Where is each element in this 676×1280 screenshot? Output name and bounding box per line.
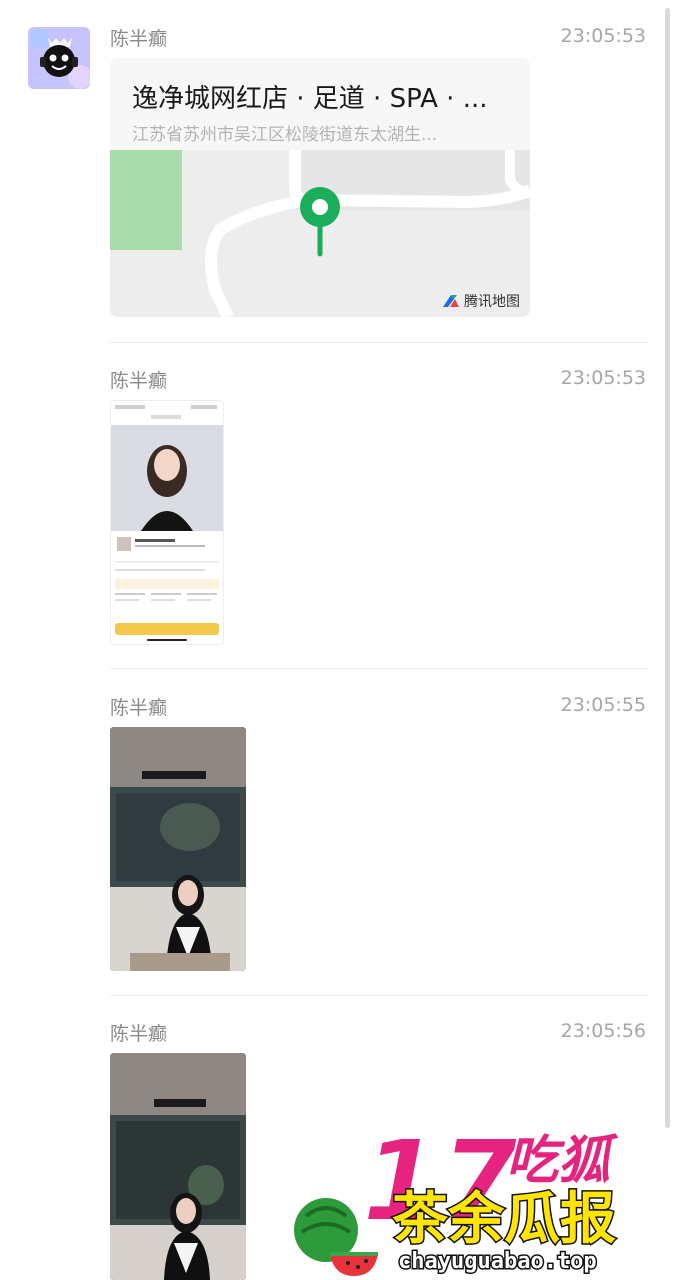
avatar[interactable] xyxy=(28,27,90,89)
watermark-brand-top: 吃狐 xyxy=(506,1131,619,1191)
avatar-character-icon xyxy=(28,27,90,89)
message-time: 23:05:55 xyxy=(560,694,646,716)
chat-history-page: 陈半癫 23:05:53 逸净城网红店 · 足道 · SPA · ... 江苏省… xyxy=(0,0,676,1280)
location-header: 逸净城网红店 · 足道 · SPA · ... 江苏省苏州市吴江区松陵街道东太湖… xyxy=(110,58,530,150)
watermark-brand-bottom: 茶余瓜报 xyxy=(392,1187,616,1252)
scrollbar[interactable] xyxy=(665,8,670,1128)
location-address: 江苏省苏州市吴江区松陵街道东太湖生... xyxy=(132,125,438,145)
sender-name: 陈半癫 xyxy=(110,370,168,392)
location-card[interactable]: 逸净城网红店 · 足道 · SPA · ... 江苏省苏州市吴江区松陵街道东太湖… xyxy=(110,58,530,317)
photo-image xyxy=(110,727,246,971)
location-title: 逸净城网红店 · 足道 · SPA · ... xyxy=(132,84,488,114)
map-brand: 腾讯地图 xyxy=(442,291,520,311)
image-message[interactable] xyxy=(110,727,246,971)
sender-name: 陈半癫 xyxy=(110,697,168,719)
watermark-url: chayuguabao.top xyxy=(398,1249,597,1274)
image-message[interactable] xyxy=(110,1053,246,1280)
image-message[interactable] xyxy=(110,400,224,645)
message-time: 23:05:56 xyxy=(560,1020,646,1042)
message-divider xyxy=(110,995,648,996)
sender-name: 陈半癫 xyxy=(110,28,168,50)
photo-image xyxy=(110,1053,246,1280)
watermark-logo: 17 吃狐 茶余瓜报 chayuguabao.top xyxy=(294,1120,619,1276)
message-time: 23:05:53 xyxy=(560,367,646,389)
message-divider xyxy=(110,668,648,669)
sender-name: 陈半癫 xyxy=(110,1023,168,1045)
phone-screenshot-image xyxy=(111,401,223,644)
message-time: 23:05:53 xyxy=(560,25,646,47)
map-brand-label: 腾讯地图 xyxy=(464,294,520,310)
tencent-map-logo-icon xyxy=(443,295,459,307)
message-divider xyxy=(110,342,648,343)
